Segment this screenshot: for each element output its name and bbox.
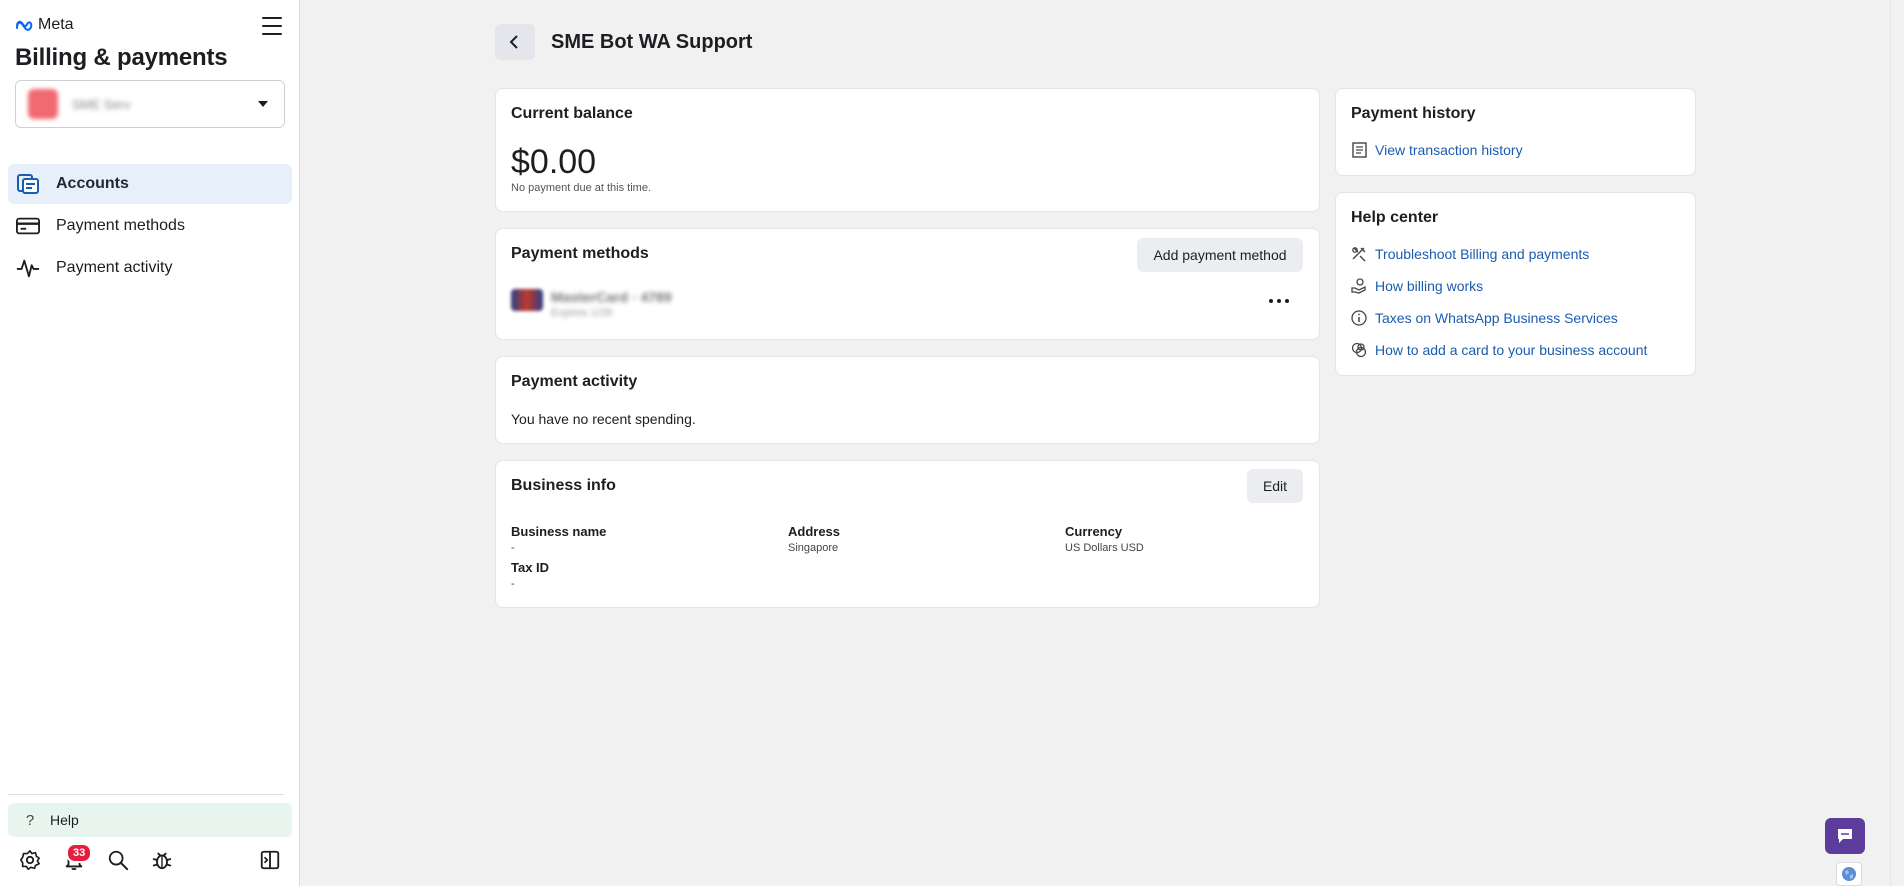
card-title: Help center — [1351, 209, 1439, 226]
tax-id-label: Tax ID — [511, 560, 550, 575]
brand-name: Meta — [38, 16, 74, 33]
link-label: Troubleshoot Billing and payments — [1375, 246, 1590, 262]
view-transaction-history-link[interactable]: View transaction history — [1351, 142, 1523, 158]
receipt-icon — [1351, 142, 1367, 158]
currency-label: Currency — [1065, 524, 1123, 539]
chevron-left-icon — [509, 35, 518, 49]
notification-badge: 33 — [66, 843, 93, 863]
account-avatar — [28, 89, 58, 119]
payment-card-name: MasterCard · 4789 — [551, 289, 672, 305]
link-label: Taxes on WhatsApp Business Services — [1375, 310, 1618, 326]
bug-icon[interactable] — [150, 848, 174, 872]
sidebar-nav: Accounts Payment methods Payment activit… — [8, 164, 292, 290]
address-value: Singapore — [788, 542, 839, 554]
card-title: Payment methods — [511, 245, 649, 262]
card-title: Payment history — [1351, 105, 1476, 122]
payment-activity-card: Payment activity You have no recent spen… — [495, 356, 1320, 444]
page-heading: Billing & payments — [15, 44, 228, 71]
search-icon[interactable] — [106, 848, 130, 872]
sidebar-item-payment-activity[interactable]: Payment activity — [8, 248, 292, 288]
globe-icon[interactable] — [1836, 862, 1862, 886]
page-title: SME Bot WA Support — [551, 31, 753, 53]
chevron-down-icon — [258, 101, 268, 107]
payment-methods-card: Payment methods Add payment method Maste… — [495, 228, 1320, 340]
toggle-panel-icon[interactable] — [258, 848, 282, 872]
mastercard-icon — [511, 289, 543, 311]
link-label: How billing works — [1375, 278, 1484, 294]
address-label: Address — [788, 524, 841, 539]
info-icon — [1351, 310, 1367, 326]
bottom-toolbar: 33 — [14, 843, 284, 872]
chat-button[interactable] — [1825, 818, 1865, 854]
business-name-value: - — [511, 542, 515, 554]
scrollbar[interactable] — [1890, 0, 1904, 886]
payment-card-expiry: Expires 1/28 — [551, 307, 613, 319]
troubleshoot-icon — [1351, 246, 1367, 262]
help-link-troubleshoot[interactable]: Troubleshoot Billing and payments — [1351, 246, 1589, 262]
current-balance-card: Current balance $0.00 No payment due at … — [495, 88, 1320, 212]
business-name-label: Business name — [511, 524, 607, 539]
tax-id-value: - — [511, 578, 515, 590]
help-link-add-card[interactable]: How to add a card to your business accou… — [1351, 342, 1647, 358]
sidebar-divider — [8, 794, 284, 795]
balance-amount: $0.00 — [511, 143, 597, 181]
question-icon: ? — [25, 811, 35, 829]
account-selector[interactable]: SME Serv — [15, 80, 285, 128]
sidebar-item-payment-methods[interactable]: Payment methods — [8, 206, 292, 246]
accounts-icon — [16, 172, 40, 196]
sidebar-item-accounts[interactable]: Accounts — [8, 164, 292, 204]
card-title: Payment activity — [511, 373, 638, 390]
sidebar-item-label: Payment methods — [56, 217, 185, 234]
meta-logo-icon — [16, 20, 33, 31]
back-button[interactable] — [495, 24, 535, 60]
settings-icon[interactable] — [18, 848, 42, 872]
balance-note: No payment due at this time. — [511, 182, 652, 194]
chat-icon — [1838, 829, 1852, 843]
account-name: SME Serv — [72, 96, 131, 112]
link-label: How to add a card to your business accou… — [1375, 342, 1648, 358]
card-title: Current balance — [511, 105, 633, 122]
activity-pulse-icon — [16, 256, 40, 280]
sidebar-item-label: Payment activity — [56, 259, 173, 276]
card-title: Business info — [511, 477, 616, 494]
meta-brand[interactable]: Meta — [15, 16, 74, 34]
more-options-icon[interactable] — [1269, 299, 1289, 305]
billing-hand-icon — [1351, 278, 1367, 294]
sidebar-item-label: Accounts — [56, 175, 129, 192]
link-label: View transaction history — [1375, 142, 1523, 158]
hamburger-menu-icon[interactable] — [260, 15, 284, 37]
help-link[interactable]: ? Help — [8, 803, 292, 837]
credit-card-icon — [16, 214, 40, 238]
add-payment-method-button[interactable]: Add payment method — [1137, 238, 1303, 272]
help-link-taxes[interactable]: Taxes on WhatsApp Business Services — [1351, 310, 1618, 326]
business-info-card: Business info Edit Business name - Addre… — [495, 460, 1320, 608]
card-help-icon — [1351, 342, 1367, 358]
sidebar: Meta Billing & payments SME Serv Account… — [0, 0, 300, 886]
activity-empty-text: You have no recent spending. — [511, 411, 696, 427]
help-center-card: Help center Troubleshoot Billing and pay… — [1335, 192, 1696, 376]
help-label: Help — [50, 812, 79, 828]
currency-value: US Dollars USD — [1065, 542, 1144, 554]
edit-button[interactable]: Edit — [1247, 469, 1303, 503]
payment-history-card: Payment history View transaction history — [1335, 88, 1696, 176]
help-link-billing[interactable]: How billing works — [1351, 278, 1483, 294]
